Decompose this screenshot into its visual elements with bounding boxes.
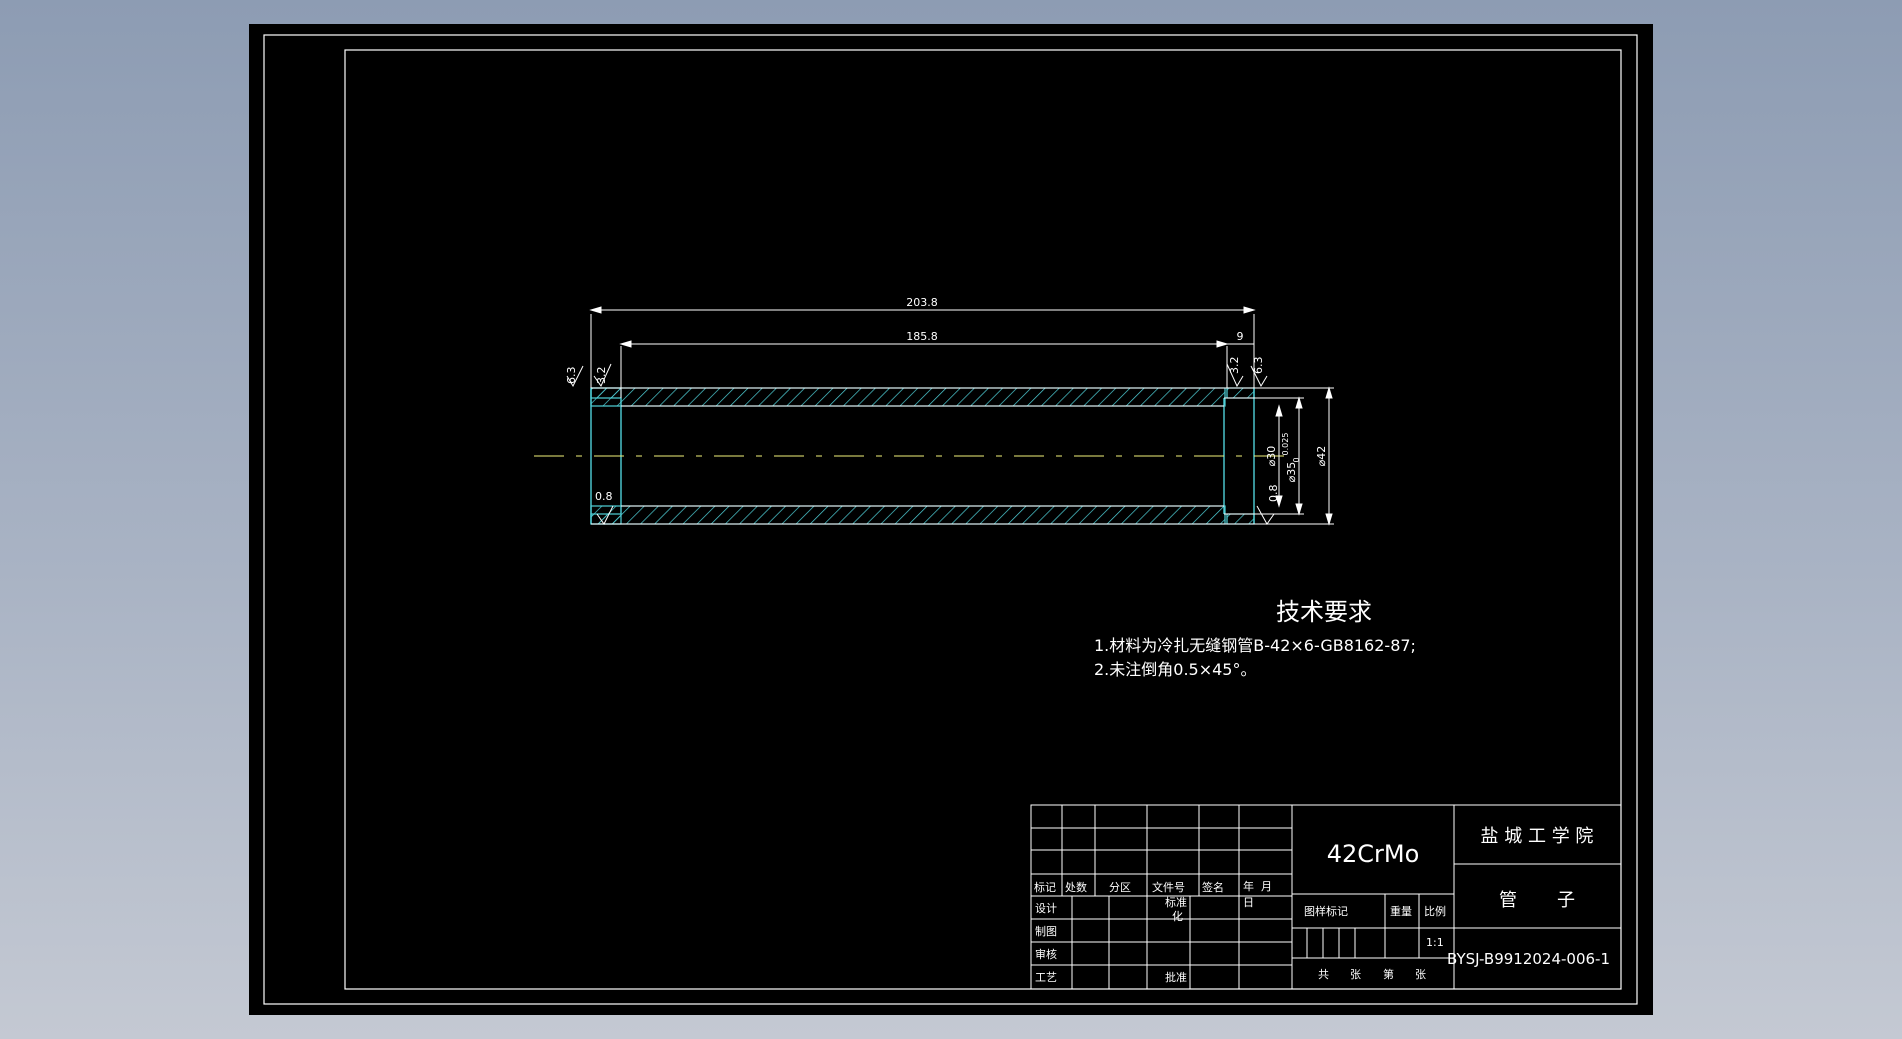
label-pizhun: 批准 (1165, 970, 1187, 984)
dim-overall-length: 203.8 (906, 296, 938, 309)
roughness-right-bore: 0.8 (1267, 485, 1280, 503)
left-end-top-hatch (590, 387, 622, 399)
part-name: 管 子 (1499, 890, 1575, 911)
dim-counterbore-tol: 0.025 (1281, 433, 1290, 456)
label-zhang-2: 张 (1415, 968, 1426, 981)
bottom-wall-hatch (590, 505, 1226, 525)
label-biaozhunhua-2: 化 (1172, 909, 1183, 923)
hdr-nian: 年 (1243, 879, 1254, 893)
label-gongyi: 工艺 (1035, 971, 1057, 984)
tech-req-line1: 1.材料为冷扎无缝钢管B-42×6-GB8162-87; (1094, 636, 1416, 655)
dim-counterbore-tol-low: 0 (1292, 457, 1301, 462)
label-gong: 共 (1318, 968, 1329, 981)
label-sheji: 设计 (1035, 902, 1057, 915)
hdr-qianming: 签名 (1202, 880, 1224, 894)
label-bili: 比例 (1424, 904, 1446, 918)
right-end-top-hatch (1226, 387, 1255, 399)
dim-bore-dia: ⌀30 (1265, 446, 1278, 467)
tech-req-title: 技术要求 (1276, 598, 1372, 626)
school-name: 盐 城 工 学 院 (1481, 826, 1594, 847)
label-zhitu: 制图 (1035, 925, 1057, 938)
tech-req-line2: 2.未注倒角0.5×45°。 (1094, 660, 1256, 679)
dim-counterbore-dia: ⌀35 (1285, 462, 1298, 483)
scale-value: 1:1 (1426, 936, 1444, 949)
hdr-fenqu: 分区 (1109, 881, 1131, 894)
roughness-left-outer: 6.3 (565, 367, 578, 385)
roughness-right-inner: 3.2 (1228, 357, 1241, 375)
length-dimensions (589, 306, 1256, 398)
cad-drawing: 203.8 185.8 9 ⌀42 ⌀35 0.025 0 ⌀30 6.3 3.… (263, 34, 1638, 1005)
label-zhang-1: 张 (1350, 968, 1361, 981)
roughness-left-bore: 0.8 (595, 490, 613, 503)
label-shenhe: 审核 (1035, 947, 1057, 961)
dim-inner-length: 185.8 (906, 330, 938, 343)
hdr-yue: 月 (1261, 880, 1272, 893)
roughness-right-outer: 6.3 (1252, 357, 1265, 375)
hdr-ri: 日 (1243, 896, 1254, 909)
right-end-bottom-hatch (1226, 513, 1255, 525)
dim-outer-dia: ⌀42 (1315, 446, 1328, 467)
top-wall-hatch (590, 387, 1226, 407)
drawing-sheet: 203.8 185.8 9 ⌀42 ⌀35 0.025 0 ⌀30 6.3 3.… (249, 24, 1653, 1015)
hdr-biaoji: 标记 (1034, 880, 1056, 894)
roughness-left-inner: 3.2 (595, 367, 608, 385)
drawing-number: BYSJ-B9912024-006-1 (1447, 950, 1610, 968)
hdr-chushu: 处数 (1065, 881, 1087, 894)
hdr-wenjianhao: 文件号 (1152, 880, 1185, 894)
dim-end-length: 9 (1237, 330, 1244, 343)
label-tuyang-biaoji: 图样标记 (1304, 904, 1348, 918)
material-label: 42CrMo (1327, 840, 1420, 868)
label-di: 第 (1383, 967, 1394, 981)
label-biaozhunhua-1: 标准 (1165, 895, 1187, 909)
label-zhongliang: 重量 (1390, 904, 1412, 918)
